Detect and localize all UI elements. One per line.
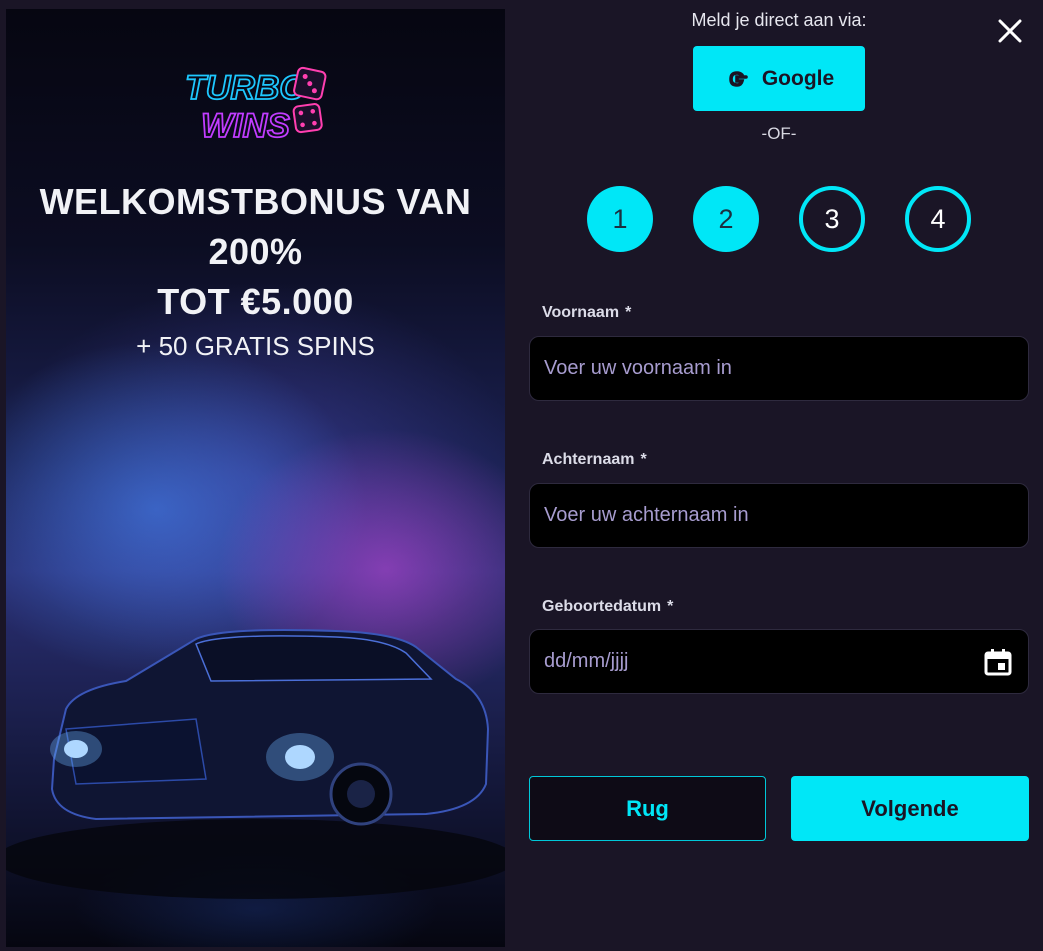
promo-headline-3: TOT €5.000 — [157, 281, 354, 322]
promo-panel: TURBO WINS WELKOMSTBONUS VAN 200% TOT €5… — [6, 9, 505, 947]
next-button-label: Volgende — [861, 795, 959, 821]
turbo-wins-logo: TURBO WINS — [184, 66, 327, 146]
close-button[interactable] — [993, 14, 1027, 48]
birthdate-placeholder: dd/mm/jjjj — [544, 650, 629, 672]
step-4: 4 — [905, 186, 971, 252]
google-button-label: Google — [761, 66, 835, 90]
first-name-input[interactable]: Voer uw voornaam in — [529, 336, 1029, 401]
step-1: 1 — [587, 186, 653, 252]
birthdate-label: Geboortedatum * — [542, 598, 673, 616]
promo-text: WELKOMSTBONUS VAN 200% TOT €5.000 + 50 G… — [6, 177, 505, 363]
svg-text:TURBO: TURBO — [185, 69, 306, 107]
first-name-placeholder: Voer uw voornaam in — [544, 357, 732, 379]
last-name-label-text: Achternaam — [542, 451, 635, 468]
next-button[interactable]: Volgende — [791, 776, 1029, 841]
or-divider: -OF- — [761, 124, 797, 143]
signup-via-label: Meld je direct aan via: — [691, 10, 867, 30]
promo-subline: + 50 GRATIS SPINS — [136, 331, 375, 361]
calendar-icon[interactable] — [982, 646, 1014, 678]
first-name-label: Voornaam * — [542, 304, 631, 322]
required-mark: * — [625, 304, 632, 321]
step-3: 3 — [799, 186, 865, 252]
promo-headline-1: WELKOMSTBONUS VAN — [39, 181, 472, 222]
google-signup-button[interactable]: Google — [693, 46, 865, 111]
back-button-label: Rug — [626, 795, 669, 821]
last-name-input[interactable]: Voer uw achternaam in — [529, 483, 1029, 548]
back-button[interactable]: Rug — [529, 776, 766, 841]
last-name-label: Achternaam * — [542, 451, 647, 469]
google-icon — [729, 70, 748, 87]
required-mark: * — [640, 451, 647, 468]
last-name-placeholder: Voer uw achternaam in — [544, 504, 749, 526]
svg-text:WINS: WINS — [201, 107, 290, 145]
required-mark: * — [667, 598, 674, 615]
birthdate-input[interactable]: dd/mm/jjjj — [529, 629, 1029, 694]
birthdate-label-text: Geboortedatum — [542, 598, 662, 615]
close-icon — [998, 19, 1022, 43]
car-image — [6, 629, 505, 899]
promo-headline-2: 200% — [208, 231, 303, 272]
first-name-label-text: Voornaam — [542, 304, 620, 321]
step-2: 2 — [693, 186, 759, 252]
